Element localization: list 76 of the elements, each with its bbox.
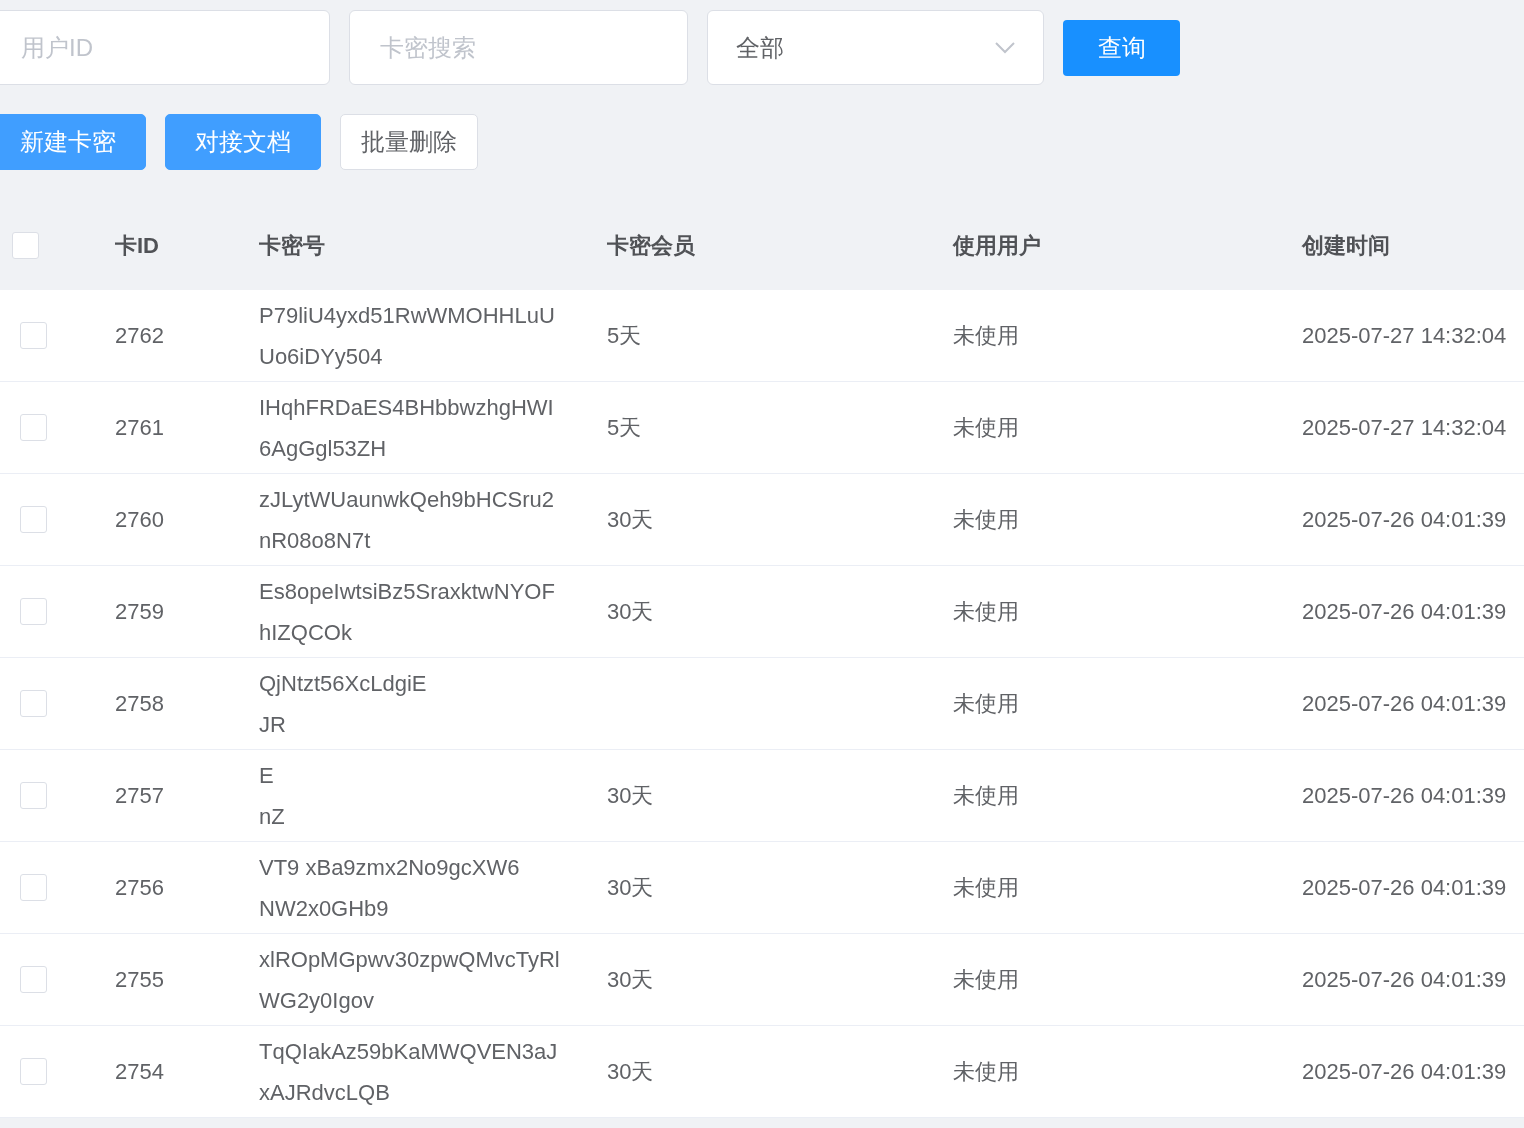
table-cell-text: 未使用 bbox=[953, 598, 1019, 626]
user-id-field[interactable]: 用户ID bbox=[0, 10, 330, 85]
table-cell-text: 2025-07-26 04:01:39 bbox=[1302, 1058, 1507, 1086]
table-cell-text: 未使用 bbox=[953, 322, 1019, 350]
table-cell-text: 2757 bbox=[115, 782, 164, 810]
table-cell-text: 未使用 bbox=[953, 690, 1019, 718]
table-cell-text: 2755 bbox=[115, 966, 164, 994]
table-cell-text: VT9 xBa9zmx2No9gcXW6 bbox=[259, 853, 520, 882]
table-cell-text: E bbox=[259, 761, 274, 790]
card-search-field[interactable]: 卡密搜索 bbox=[349, 10, 688, 85]
table-cell-text: 2025-07-26 04:01:39 bbox=[1302, 966, 1507, 994]
table-cell-text: QjNtzt56XcLdgiE bbox=[259, 669, 427, 698]
table-cell-text: IHqhFRDaES4BHbbwzhgHWI bbox=[259, 393, 554, 422]
table-cell-text: 未使用 bbox=[953, 1058, 1019, 1086]
table-cell-text: 2025-07-27 14:32:04 bbox=[1302, 322, 1507, 350]
table-cell-text: Es8opeIwtsiBz5SraxktwNYOF bbox=[259, 577, 555, 606]
table-cell-text: 2025-07-26 04:01:39 bbox=[1302, 874, 1507, 902]
table-cell-text: 未使用 bbox=[953, 506, 1019, 534]
table-cell-text: 2756 bbox=[115, 874, 164, 902]
table-cell-text: 30天 bbox=[607, 1058, 654, 1086]
table-cell-text: 30天 bbox=[607, 874, 654, 902]
table-cell-text: JR bbox=[259, 710, 286, 739]
table-cell-text: nZ bbox=[259, 802, 285, 831]
table-cell-text: 2758 bbox=[115, 690, 164, 718]
action-button[interactable]: 新建卡密 bbox=[0, 114, 146, 170]
table-cell-text: 2025-07-26 04:01:39 bbox=[1302, 782, 1507, 810]
checkbox[interactable] bbox=[20, 966, 47, 993]
column-header: 卡密号 bbox=[259, 231, 325, 260]
checkbox[interactable] bbox=[20, 690, 47, 717]
table-cell-text: P79liU4yxd51RwWMOHHLuU bbox=[259, 301, 555, 330]
table-cell-text: nR08o8N7t bbox=[259, 526, 371, 555]
table-cell-text: xlROpMGpwv30zpwQMvcTyRl bbox=[259, 945, 560, 974]
type-select[interactable]: 全部 bbox=[707, 10, 1044, 85]
checkbox[interactable] bbox=[20, 506, 47, 533]
checkbox[interactable] bbox=[12, 231, 39, 259]
checkbox[interactable] bbox=[20, 414, 47, 441]
table-cell-text: TqQIakAz59bKaMWQVEN3aJ bbox=[259, 1037, 558, 1066]
checkbox[interactable] bbox=[20, 598, 47, 625]
table-cell-text: 2759 bbox=[115, 598, 164, 626]
chevron-down-icon bbox=[995, 41, 1015, 54]
table-cell-text: 5天 bbox=[607, 414, 642, 442]
table-cell-text: 2025-07-26 04:01:39 bbox=[1302, 690, 1507, 718]
action-button[interactable]: 对接文档 bbox=[165, 114, 321, 170]
table-cell-text: hIZQCOk bbox=[259, 618, 352, 647]
table-cell-text: 2762 bbox=[115, 322, 164, 350]
table-cell-text: NW2x0GHb9 bbox=[259, 894, 389, 923]
table-cell-text: 30天 bbox=[607, 966, 654, 994]
table-cell-text: 2754 bbox=[115, 1058, 164, 1086]
column-header: 创建时间 bbox=[1302, 231, 1390, 260]
table-cell-text: 未使用 bbox=[953, 966, 1019, 994]
delete-button[interactable]: 批量删除 bbox=[340, 114, 478, 170]
table-cell-text: 5天 bbox=[607, 322, 642, 350]
table-cell-text: 未使用 bbox=[953, 874, 1019, 902]
table-cell-text: 6AgGgl53ZH bbox=[259, 434, 387, 463]
table-cell-text: 2025-07-26 04:01:39 bbox=[1302, 506, 1507, 534]
table-cell-text: 2760 bbox=[115, 506, 164, 534]
table-cell-text: 30天 bbox=[607, 598, 654, 626]
query-button[interactable]: 查询 bbox=[1063, 19, 1180, 76]
table-cell-text: Uo6iDYy504 bbox=[259, 342, 383, 371]
checkbox[interactable] bbox=[20, 782, 47, 809]
table-cell-text: 未使用 bbox=[953, 782, 1019, 810]
column-header: 卡密会员 bbox=[607, 231, 695, 260]
table-cell-text: 2025-07-27 14:32:04 bbox=[1302, 414, 1507, 442]
checkbox[interactable] bbox=[20, 322, 47, 349]
checkbox[interactable] bbox=[20, 1058, 47, 1085]
table-cell-text: 30天 bbox=[607, 782, 654, 810]
table-cell-text: 2761 bbox=[115, 414, 164, 442]
column-header: 使用用户 bbox=[953, 231, 1041, 260]
table-cell-text: WG2y0Igov bbox=[259, 986, 374, 1015]
table-cell-text: 30天 bbox=[607, 506, 654, 534]
table-cell-text: 未使用 bbox=[953, 414, 1019, 442]
table-cell-text: xAJRdvcLQB bbox=[259, 1078, 390, 1107]
column-header: 卡ID bbox=[115, 231, 159, 260]
table-cell-text: 2025-07-26 04:01:39 bbox=[1302, 598, 1507, 626]
table-cell-text: zJLytWUaunwkQeh9bHCSru2 bbox=[259, 485, 555, 514]
checkbox[interactable] bbox=[20, 874, 47, 901]
